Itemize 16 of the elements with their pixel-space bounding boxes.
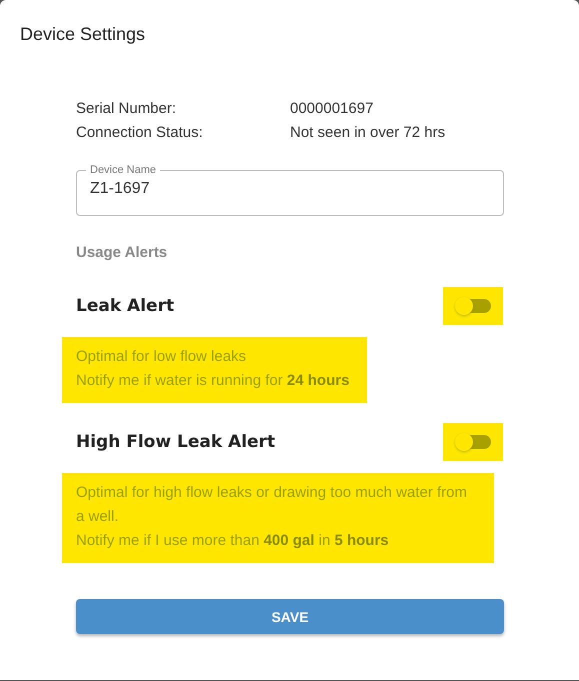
text-input[interactable]: Z1-1697 <box>90 179 490 199</box>
alert-title: High Flow Leak Alert <box>76 432 276 452</box>
dialog-title: Device Settings <box>20 24 146 45</box>
alert-description: Notify me if I use more than 400 gal in 5 hours <box>76 531 390 551</box>
info-label: Serial Number: <box>76 99 178 119</box>
alert-title: Leak Alert <box>76 296 174 316</box>
alert-description: Optimal for high flow leaks or drawing too much water from a well. <box>76 483 468 527</box>
device-name-field[interactable]: Device Name Z1-1697 <box>76 164 504 216</box>
toggle-switch[interactable] <box>455 297 491 315</box>
info-label: Connection Status: <box>76 123 204 143</box>
toggle-switch[interactable] <box>455 433 491 451</box>
info-value: 0000001697 <box>290 99 374 119</box>
alert-description: Optimal for low flow leaks <box>76 347 248 367</box>
info-value: Not seen in over 72 hrs <box>290 123 446 143</box>
alert-description: Notify me if water is running for 24 hours <box>76 371 350 391</box>
section-heading: Usage Alerts <box>76 244 168 261</box>
